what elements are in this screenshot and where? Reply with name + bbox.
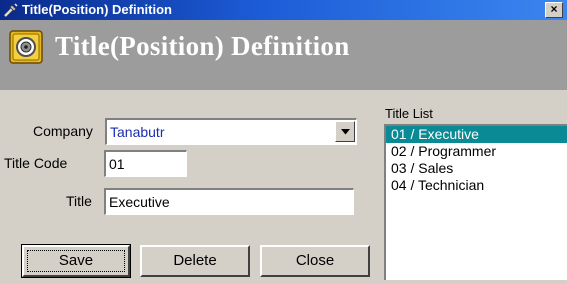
title-code-input[interactable]: 01 <box>104 150 187 177</box>
delete-button[interactable]: Delete <box>140 245 250 277</box>
list-item[interactable]: 01 / Executive <box>386 126 567 143</box>
tools-icon <box>3 2 19 18</box>
close-button[interactable]: Close <box>260 245 370 277</box>
title-list[interactable]: 01 / Executive 02 / Programmer 03 / Sale… <box>384 124 567 280</box>
header-banner: Title(Position) Definition <box>0 20 567 90</box>
application-window: Title(Position) Definition × Title(Posit… <box>0 0 567 284</box>
company-label: Company <box>33 123 93 139</box>
window-titlebar[interactable]: Title(Position) Definition × <box>0 0 567 20</box>
list-item[interactable]: 02 / Programmer <box>386 143 567 160</box>
safe-icon <box>9 30 43 64</box>
save-button[interactable]: Save <box>21 244 131 278</box>
window-title: Title(Position) Definition <box>22 2 172 17</box>
close-icon[interactable]: × <box>545 2 563 18</box>
page-title: Title(Position) Definition <box>55 31 350 61</box>
company-dropdown-button[interactable] <box>335 121 355 142</box>
list-item[interactable]: 04 / Technician <box>386 177 567 194</box>
company-select[interactable]: Tanabutr <box>105 118 357 145</box>
focus-rect <box>27 250 125 272</box>
chevron-down-icon <box>341 129 350 135</box>
company-value: Tanabutr <box>110 124 165 140</box>
title-input[interactable]: Executive <box>104 188 354 215</box>
title-label: Title <box>66 193 92 209</box>
title-code-label: Title Code <box>4 155 68 171</box>
list-item[interactable]: 03 / Sales <box>386 160 567 177</box>
title-list-label: Title List <box>385 106 433 121</box>
